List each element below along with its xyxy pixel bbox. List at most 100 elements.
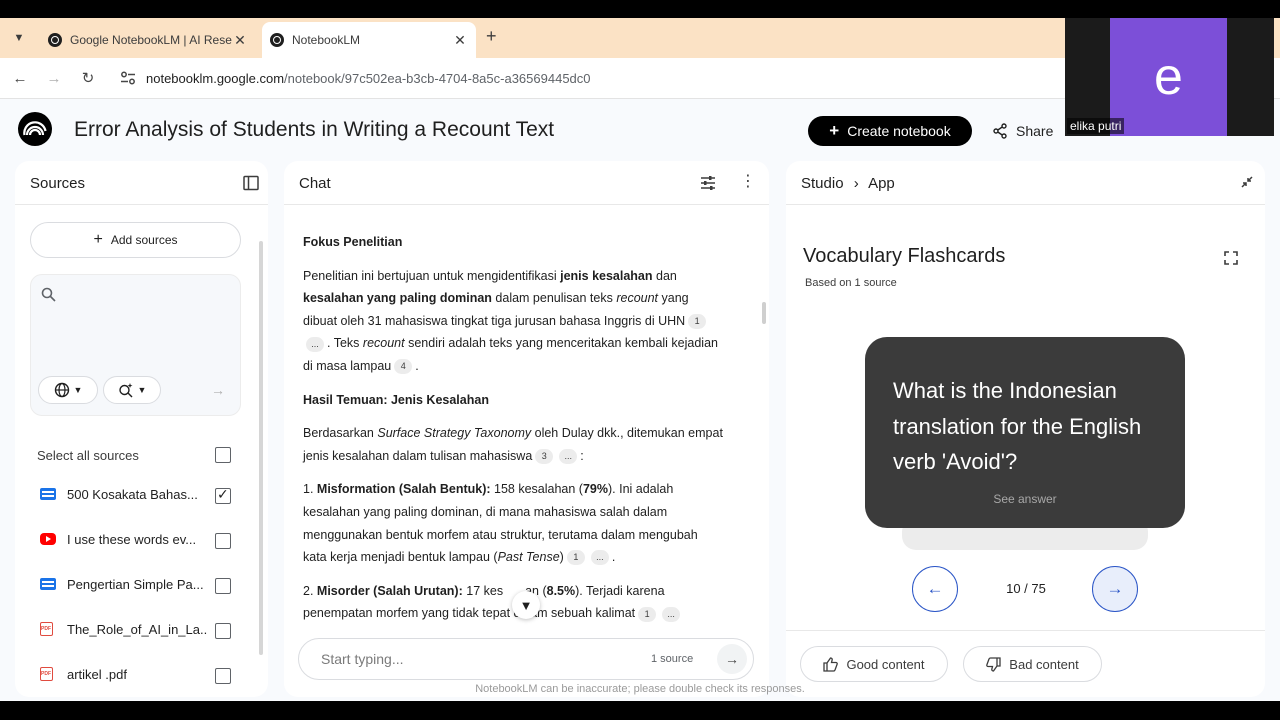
thumbs-up-icon	[823, 656, 839, 672]
share-label: Share	[1016, 123, 1054, 139]
webcam-overlay: e elika putri	[1065, 18, 1274, 136]
citation-chip[interactable]: ...	[306, 336, 324, 352]
response-paragraph: 1. Misformation (Salah Bentuk): 158 kesa…	[303, 478, 723, 568]
text: recount	[362, 336, 405, 351]
chat-composer[interactable]: Start typing... 1 source →	[298, 638, 754, 680]
response-paragraph: Penelitian ini bertujuan untuk mengident…	[303, 265, 723, 378]
site-info-icon[interactable]	[120, 71, 138, 87]
chat-response: Fokus Penelitian Penelitian ini bertujua…	[303, 231, 723, 636]
citation-chip[interactable]: 3	[535, 448, 554, 464]
search-icon	[41, 287, 56, 302]
select-all-checkbox[interactable]	[215, 447, 231, 463]
submit-search-arrow-icon[interactable]: →	[205, 377, 231, 403]
source-label: I use these words ev...	[67, 532, 197, 547]
tab-label: Google NotebookLM | AI Rese	[70, 33, 232, 47]
share-button[interactable]: Share	[992, 118, 1053, 144]
scroll-down-chevron-icon[interactable]: ▼	[512, 591, 540, 619]
source-checkbox[interactable]	[215, 623, 231, 639]
chat-input[interactable]: Start typing...	[321, 651, 403, 667]
reload-icon[interactable]: ↻	[78, 68, 98, 88]
text: 158 kesalahan (	[490, 482, 583, 497]
chevron-down-icon: ▼	[137, 385, 147, 395]
response-heading: Fokus Penelitian	[303, 235, 403, 249]
url-host: notebooklm.google.com	[146, 71, 285, 86]
close-tab-icon[interactable]: ✕	[452, 32, 468, 49]
text: dalam penulisan teks	[491, 291, 617, 306]
web-source-dropdown[interactable]: ▼	[38, 376, 98, 404]
add-sources-button[interactable]: + Add sources	[30, 222, 241, 258]
url-path: /notebook/97c502ea-b3cb-4704-8a5c-a36569…	[284, 71, 591, 86]
citation-chip[interactable]: 1	[688, 313, 707, 329]
globe-icon	[54, 382, 70, 398]
source-search-box[interactable]: ▼ ▼ →	[30, 274, 241, 416]
good-content-label: Good content	[846, 656, 925, 672]
create-notebook-label: Create notebook	[847, 123, 951, 139]
document-icon	[40, 578, 56, 590]
flashcard-question: What is the Indonesian translation for t…	[893, 378, 1142, 474]
citation-chip[interactable]: ...	[559, 448, 578, 464]
text: .	[611, 550, 616, 565]
source-checkbox[interactable]	[215, 533, 231, 549]
plus-icon: +	[93, 231, 103, 248]
text: recount	[616, 291, 659, 306]
divider	[786, 630, 1265, 631]
back-arrow-icon[interactable]: ←	[10, 68, 30, 88]
new-tab-plus-icon[interactable]: +	[486, 26, 497, 47]
next-card-button[interactable]: →	[1092, 566, 1138, 612]
browser-tab-2-active[interactable]: NotebookLM ✕	[262, 22, 476, 58]
text: . Teks	[327, 336, 363, 351]
collapse-studio-icon[interactable]	[1240, 175, 1254, 189]
browser-tab-1[interactable]: Google NotebookLM | AI Rese ✕	[40, 22, 256, 58]
source-label: Pengertian Simple Pa...	[67, 577, 204, 592]
response-heading: Hasil Temuan: Jenis Kesalahan	[303, 392, 489, 407]
document-icon	[40, 488, 56, 500]
flashcard[interactable]: What is the Indonesian translation for t…	[865, 337, 1185, 528]
studio-header: Studio › App	[786, 161, 1265, 205]
text: dan	[652, 268, 677, 283]
expand-fullscreen-icon[interactable]	[1224, 251, 1238, 265]
notebooklm-favicon-icon	[270, 33, 284, 47]
bad-content-button[interactable]: Bad content	[963, 646, 1102, 682]
text: Surface Strategy Taxonomy	[377, 426, 532, 441]
pdf-icon	[40, 667, 53, 681]
notebook-title[interactable]: Error Analysis of Students in Writing a …	[74, 118, 554, 142]
citation-chip[interactable]: 1	[566, 550, 585, 566]
notebooklm-favicon-icon	[48, 33, 62, 47]
forward-arrow-icon[interactable]: →	[44, 68, 64, 88]
source-checkbox[interactable]	[215, 578, 231, 594]
sources-header: Sources	[15, 161, 268, 205]
chat-scrollbar[interactable]	[762, 302, 766, 324]
tab-search-chevron-icon[interactable]: ▼	[8, 27, 30, 49]
citation-chip[interactable]: 4	[394, 359, 413, 375]
good-content-button[interactable]: Good content	[800, 646, 948, 682]
research-mode-dropdown[interactable]: ▼	[103, 376, 161, 404]
select-all-sources-label: Select all sources	[37, 448, 139, 463]
create-notebook-button[interactable]: + Create notebook	[808, 116, 972, 146]
more-options-icon[interactable]: ⋮	[740, 174, 756, 190]
participant-name: elika putri	[1067, 118, 1125, 134]
chevron-down-icon: ▼	[73, 385, 83, 395]
source-checkbox[interactable]	[215, 668, 231, 684]
close-tab-icon[interactable]: ✕	[232, 32, 248, 49]
sources-title: Sources	[30, 175, 86, 192]
send-arrow-icon[interactable]: →	[717, 644, 747, 674]
collapse-panel-icon[interactable]	[243, 175, 259, 191]
see-answer-hint[interactable]: See answer	[865, 492, 1185, 506]
source-label: 500 Kosakata Bahas...	[67, 487, 198, 502]
breadcrumb-studio[interactable]: Studio	[801, 175, 844, 192]
citation-chip[interactable]: ...	[662, 606, 681, 622]
chat-header: Chat ⋮	[284, 161, 769, 205]
address-bar[interactable]: notebooklm.google.com/notebook/97c502ea-…	[110, 63, 1070, 94]
citation-chip[interactable]: 1	[638, 606, 657, 622]
youtube-icon	[40, 533, 56, 545]
breadcrumb-app: App	[868, 175, 895, 192]
source-checkbox[interactable]	[215, 486, 231, 504]
previous-card-button[interactable]: ←	[912, 566, 958, 612]
citation-chip[interactable]: ...	[590, 550, 609, 566]
sources-scrollbar[interactable]	[259, 241, 263, 655]
studio-panel: Studio › App Vocabulary Flashcards Based…	[786, 161, 1265, 697]
notebooklm-logo-icon[interactable]	[18, 112, 52, 146]
chat-panel: Chat ⋮ Fokus Penelitian Penelitian ini b…	[284, 161, 769, 697]
chat-settings-sliders-icon[interactable]	[700, 175, 716, 191]
text: 17 kes	[462, 583, 504, 598]
